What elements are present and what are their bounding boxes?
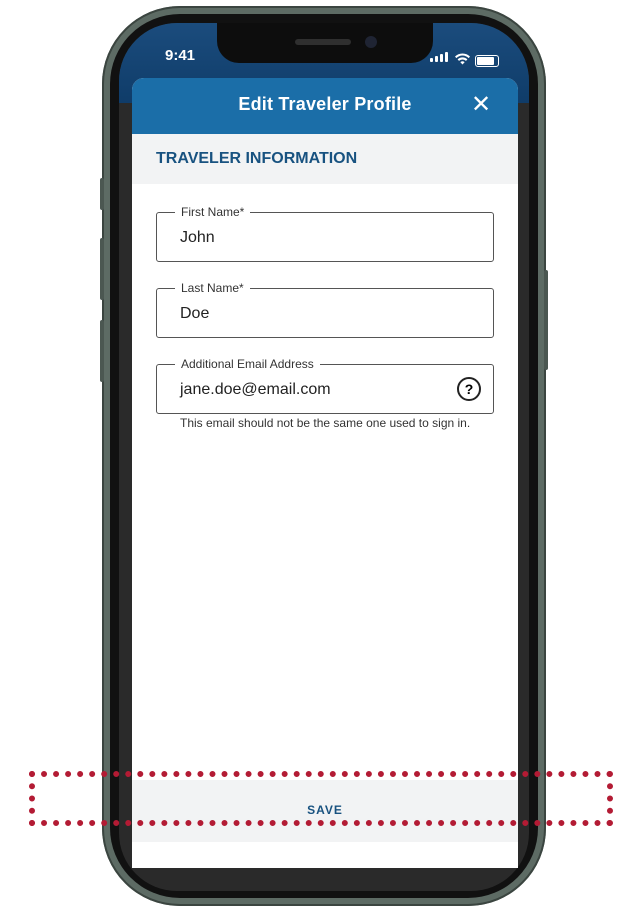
- first-name-label: First Name*: [175, 204, 251, 220]
- status-icons: [430, 49, 499, 67]
- phone-volume-down-button: [100, 320, 104, 382]
- sheet-header: Edit Traveler Profile ✕: [132, 78, 518, 134]
- cellular-signal-icon: [430, 49, 450, 67]
- email-helper-text: This email should not be the same one us…: [180, 416, 471, 430]
- additional-email-label: Additional Email Address: [175, 356, 320, 372]
- status-time: 9:41: [165, 47, 196, 64]
- first-name-field[interactable]: First Name* John: [156, 204, 494, 262]
- additional-email-input[interactable]: jane.doe@email.com: [180, 381, 331, 399]
- phone-volume-up-button: [100, 238, 104, 300]
- last-name-label: Last Name*: [175, 280, 250, 296]
- phone-mute-switch: [100, 178, 104, 210]
- first-name-input[interactable]: John: [180, 229, 215, 247]
- last-name-field[interactable]: Last Name* Doe: [156, 280, 494, 338]
- front-camera: [365, 36, 377, 48]
- phone-notch: [217, 23, 433, 63]
- section-title: TRAVELER INFORMATION: [156, 150, 358, 167]
- section-header: TRAVELER INFORMATION: [132, 134, 518, 184]
- additional-email-field[interactable]: Additional Email Address jane.doe@email.…: [156, 356, 494, 414]
- save-highlight-annotation: [29, 771, 613, 826]
- edit-traveler-profile-sheet: Edit Traveler Profile ✕ TRAVELER INFORMA…: [132, 78, 518, 868]
- home-indicator-area: [132, 842, 518, 868]
- wifi-icon: [455, 53, 470, 67]
- battery-icon: [475, 55, 499, 67]
- close-button[interactable]: ✕: [468, 92, 494, 118]
- speaker-grille: [295, 39, 351, 45]
- phone-power-button: [544, 270, 548, 370]
- help-icon[interactable]: ?: [457, 377, 481, 401]
- close-icon: ✕: [470, 91, 492, 118]
- last-name-input[interactable]: Doe: [180, 305, 209, 323]
- page-title: Edit Traveler Profile: [238, 94, 412, 114]
